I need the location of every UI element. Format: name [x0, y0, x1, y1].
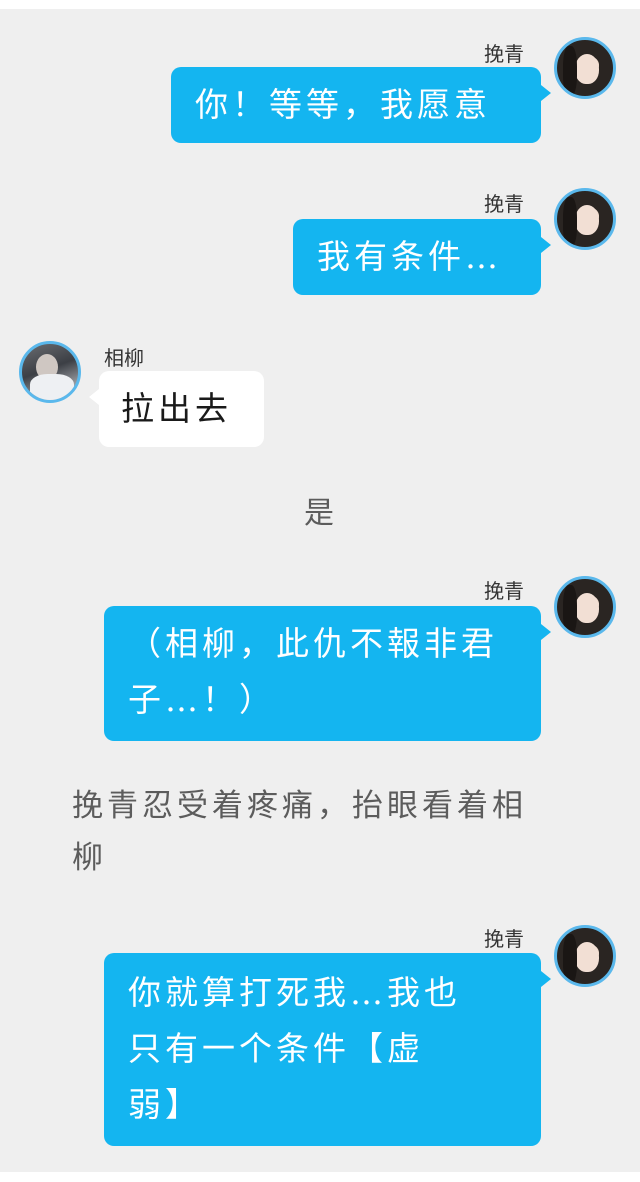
top-edge	[0, 0, 640, 9]
message-bubble-outgoing[interactable]: 你！等等，我愿意	[171, 67, 551, 143]
message-line: 只有一个条件【虚	[128, 1029, 424, 1068]
message-text: 你！等等，我愿意	[195, 85, 491, 124]
sender-name: 相柳	[104, 346, 144, 370]
message-bubble-outgoing[interactable]: （相柳，此仇不報非君 子…！）	[104, 606, 551, 741]
narration-text: 挽青忍受着疼痛，抬眼看着相 柳	[72, 780, 552, 884]
bottom-edge	[0, 1172, 640, 1182]
message-bubble-outgoing[interactable]: 我有条件…	[293, 219, 551, 295]
message-line: （相柳，此仇不報非君	[128, 624, 498, 663]
sender-name: 挽青	[484, 579, 524, 603]
female-avatar[interactable]	[554, 576, 616, 638]
narration-text: 是	[304, 496, 338, 531]
message-text: 我有条件…	[317, 237, 502, 276]
message-bubble-outgoing[interactable]: 你就算打死我…我也 只有一个条件【虚 弱】	[104, 953, 551, 1146]
message-bubble-incoming[interactable]: 拉出去	[89, 371, 264, 447]
narration-line: 挽青忍受着疼痛，抬眼看着相	[72, 788, 527, 824]
message-line: 你就算打死我…我也	[128, 973, 461, 1012]
narration-line: 柳	[72, 840, 107, 876]
female-avatar[interactable]	[554, 188, 616, 250]
female-avatar[interactable]	[554, 37, 616, 99]
message-line: 子…！）	[128, 680, 276, 719]
sender-name: 挽青	[484, 192, 524, 216]
male-avatar[interactable]	[19, 341, 81, 403]
message-line: 弱】	[128, 1085, 202, 1124]
message-text: 拉出去	[121, 389, 232, 428]
sender-name: 挽青	[484, 42, 524, 66]
female-avatar[interactable]	[554, 925, 616, 987]
sender-name: 挽青	[484, 927, 524, 951]
